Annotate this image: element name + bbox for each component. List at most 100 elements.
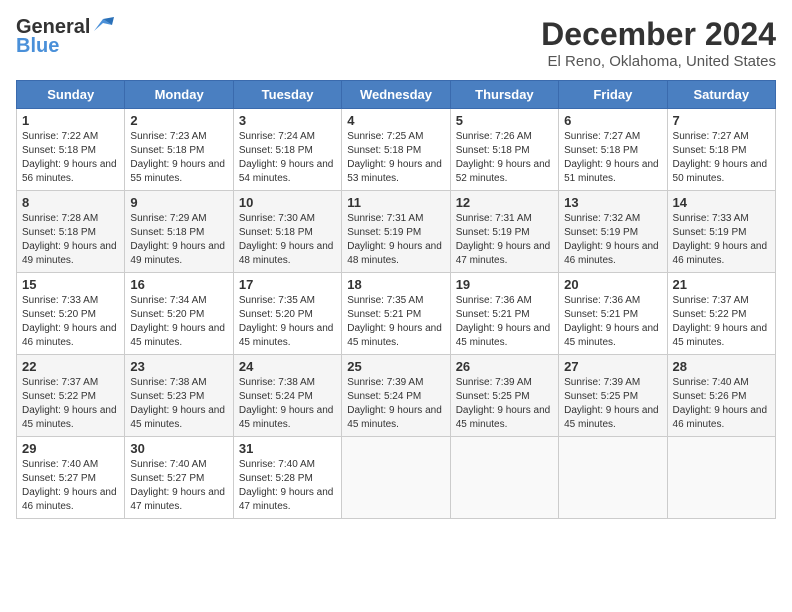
header-saturday: Saturday [667,81,775,109]
header-monday: Monday [125,81,233,109]
day-info: Sunrise: 7:34 AMSunset: 5:20 PMDaylight:… [130,295,225,348]
day-number: 18 [347,277,444,292]
day-number: 9 [130,195,227,210]
day-number: 31 [239,441,336,456]
day-info: Sunrise: 7:37 AMSunset: 5:22 PMDaylight:… [673,295,768,348]
day-info: Sunrise: 7:39 AMSunset: 5:24 PMDaylight:… [347,377,442,430]
day-info: Sunrise: 7:33 AMSunset: 5:19 PMDaylight:… [673,213,768,266]
day-number: 7 [673,113,770,128]
day-info: Sunrise: 7:29 AMSunset: 5:18 PMDaylight:… [130,213,225,266]
day-number: 10 [239,195,336,210]
day-info: Sunrise: 7:39 AMSunset: 5:25 PMDaylight:… [456,377,551,430]
location: El Reno, Oklahoma, United States [541,53,776,70]
day-number: 15 [22,277,119,292]
day-number: 5 [456,113,553,128]
day-number: 17 [239,277,336,292]
calendar-cell: 20 Sunrise: 7:36 AMSunset: 5:21 PMDayligh… [559,273,667,355]
calendar-cell: 5 Sunrise: 7:26 AMSunset: 5:18 PMDaylight… [450,109,558,191]
calendar-header-row: Sunday Monday Tuesday Wednesday Thursday… [17,81,776,109]
calendar-cell: 27Sunrise: 7:39 AMSunset: 5:25 PMDayligh… [559,355,667,437]
day-number: 25 [347,359,444,374]
day-number: 2 [130,113,227,128]
day-number: 13 [564,195,661,210]
day-info: Sunrise: 7:22 AMSunset: 5:18 PMDaylight:… [22,131,117,184]
logo-bird-icon [92,17,114,35]
day-info: Sunrise: 7:40 AMSunset: 5:27 PMDaylight:… [130,459,225,512]
logo: General Blue [16,16,114,58]
calendar-cell: 9 Sunrise: 7:29 AMSunset: 5:18 PMDaylight… [125,191,233,273]
day-info: Sunrise: 7:40 AMSunset: 5:28 PMDaylight:… [239,459,334,512]
day-info: Sunrise: 7:30 AMSunset: 5:18 PMDaylight:… [239,213,334,266]
calendar-cell: 13 Sunrise: 7:32 AMSunset: 5:19 PMDayligh… [559,191,667,273]
calendar-cell [450,437,558,519]
calendar-cell: 21 Sunrise: 7:37 AMSunset: 5:22 PMDayligh… [667,273,775,355]
calendar-row: 29 Sunrise: 7:40 AMSunset: 5:27 PMDayligh… [17,437,776,519]
day-number: 4 [347,113,444,128]
day-info: Sunrise: 7:31 AMSunset: 5:19 PMDaylight:… [347,213,442,266]
day-number: 11 [347,195,444,210]
calendar-cell: 29 Sunrise: 7:40 AMSunset: 5:27 PMDayligh… [17,437,125,519]
day-number: 26 [456,359,553,374]
calendar-cell: 7Sunrise: 7:27 AMSunset: 5:18 PMDaylight… [667,109,775,191]
header-sunday: Sunday [17,81,125,109]
day-info: Sunrise: 7:36 AMSunset: 5:21 PMDaylight:… [456,295,551,348]
day-info: Sunrise: 7:27 AMSunset: 5:18 PMDaylight:… [564,131,659,184]
calendar-cell: 31 Sunrise: 7:40 AMSunset: 5:28 PMDayligh… [233,437,341,519]
day-info: Sunrise: 7:40 AMSunset: 5:27 PMDaylight:… [22,459,117,512]
day-info: Sunrise: 7:32 AMSunset: 5:19 PMDaylight:… [564,213,659,266]
day-info: Sunrise: 7:25 AMSunset: 5:18 PMDaylight:… [347,131,442,184]
calendar-cell: 3 Sunrise: 7:24 AMSunset: 5:18 PMDaylight… [233,109,341,191]
calendar-cell: 4 Sunrise: 7:25 AMSunset: 5:18 PMDaylight… [342,109,450,191]
day-number: 8 [22,195,119,210]
calendar-cell: 24Sunrise: 7:38 AMSunset: 5:24 PMDayligh… [233,355,341,437]
day-info: Sunrise: 7:36 AMSunset: 5:21 PMDaylight:… [564,295,659,348]
calendar-cell [559,437,667,519]
day-info: Sunrise: 7:38 AMSunset: 5:23 PMDaylight:… [130,377,225,430]
day-number: 16 [130,277,227,292]
day-info: Sunrise: 7:40 AMSunset: 5:26 PMDaylight:… [673,377,768,430]
calendar-cell: 22 Sunrise: 7:37 AMSunset: 5:22 PMDayligh… [17,355,125,437]
day-info: Sunrise: 7:24 AMSunset: 5:18 PMDaylight:… [239,131,334,184]
day-info: Sunrise: 7:28 AMSunset: 5:18 PMDaylight:… [22,213,117,266]
calendar-row: 1 Sunrise: 7:22 AMSunset: 5:18 PMDaylight… [17,109,776,191]
header-tuesday: Tuesday [233,81,341,109]
calendar-cell: 17 Sunrise: 7:35 AMSunset: 5:20 PMDayligh… [233,273,341,355]
day-info: Sunrise: 7:31 AMSunset: 5:19 PMDaylight:… [456,213,551,266]
calendar-cell: 6Sunrise: 7:27 AMSunset: 5:18 PMDaylight… [559,109,667,191]
calendar-cell: 23Sunrise: 7:38 AMSunset: 5:23 PMDayligh… [125,355,233,437]
calendar-cell: 28Sunrise: 7:40 AMSunset: 5:26 PMDayligh… [667,355,775,437]
day-number: 19 [456,277,553,292]
calendar-cell: 14 Sunrise: 7:33 AMSunset: 5:19 PMDayligh… [667,191,775,273]
calendar-cell: 11 Sunrise: 7:31 AMSunset: 5:19 PMDayligh… [342,191,450,273]
day-info: Sunrise: 7:26 AMSunset: 5:18 PMDaylight:… [456,131,551,184]
day-info: Sunrise: 7:35 AMSunset: 5:21 PMDaylight:… [347,295,442,348]
calendar-cell [667,437,775,519]
calendar-cell: 12 Sunrise: 7:31 AMSunset: 5:19 PMDayligh… [450,191,558,273]
day-info: Sunrise: 7:39 AMSunset: 5:25 PMDaylight:… [564,377,659,430]
day-number: 14 [673,195,770,210]
day-number: 22 [22,359,119,374]
day-number: 20 [564,277,661,292]
day-number: 30 [130,441,227,456]
calendar-cell: 1 Sunrise: 7:22 AMSunset: 5:18 PMDaylight… [17,109,125,191]
day-number: 21 [673,277,770,292]
month-title: December 2024 [541,16,776,53]
header-friday: Friday [559,81,667,109]
calendar-cell: 10 Sunrise: 7:30 AMSunset: 5:18 PMDayligh… [233,191,341,273]
calendar-cell: 8 Sunrise: 7:28 AMSunset: 5:18 PMDaylight… [17,191,125,273]
day-info: Sunrise: 7:35 AMSunset: 5:20 PMDaylight:… [239,295,334,348]
calendar-row: 15 Sunrise: 7:33 AMSunset: 5:20 PMDayligh… [17,273,776,355]
day-number: 12 [456,195,553,210]
calendar-cell: 19 Sunrise: 7:36 AMSunset: 5:21 PMDayligh… [450,273,558,355]
day-info: Sunrise: 7:37 AMSunset: 5:22 PMDaylight:… [22,377,117,430]
calendar-cell [342,437,450,519]
day-info: Sunrise: 7:38 AMSunset: 5:24 PMDaylight:… [239,377,334,430]
day-number: 3 [239,113,336,128]
day-number: 29 [22,441,119,456]
day-info: Sunrise: 7:23 AMSunset: 5:18 PMDaylight:… [130,131,225,184]
day-info: Sunrise: 7:33 AMSunset: 5:20 PMDaylight:… [22,295,117,348]
day-number: 1 [22,113,119,128]
calendar-cell: 26 Sunrise: 7:39 AMSunset: 5:25 PMDayligh… [450,355,558,437]
header-wednesday: Wednesday [342,81,450,109]
page-header: General Blue December 2024 El Reno, Okla… [16,16,776,70]
